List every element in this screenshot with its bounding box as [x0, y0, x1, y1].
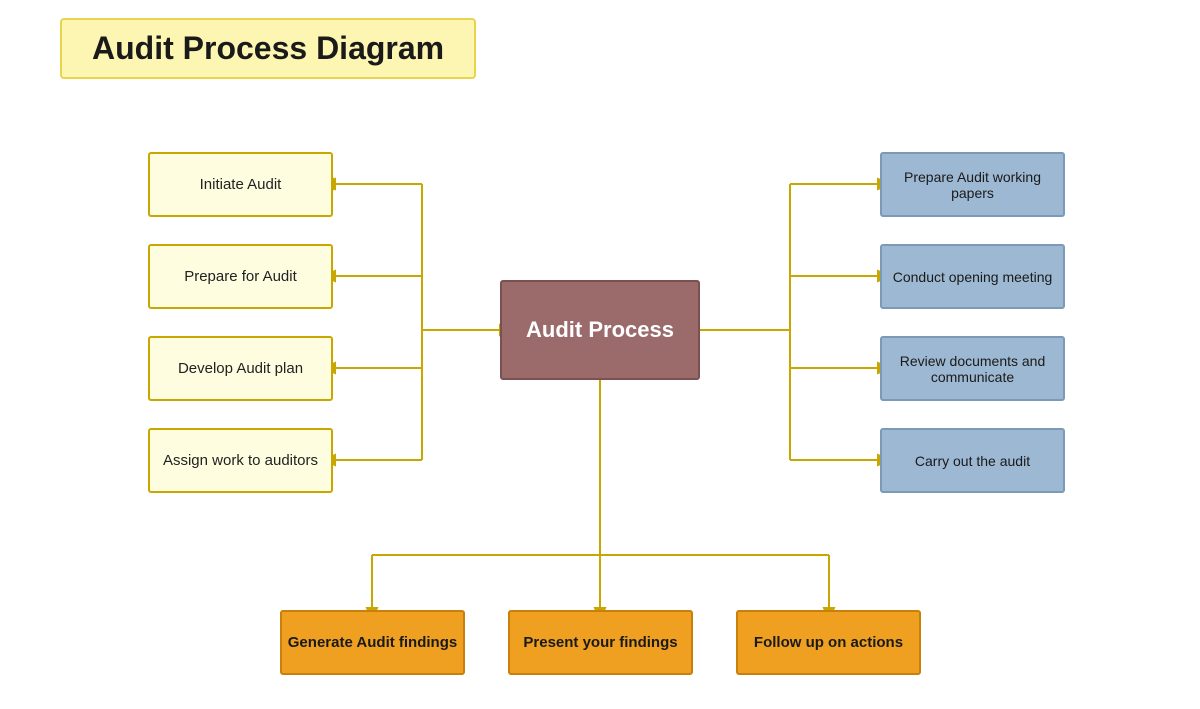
left-box-prepare: Prepare for Audit — [148, 244, 333, 309]
right-box-carry-out: Carry out the audit — [880, 428, 1065, 493]
left-box-initiate: Initiate Audit — [148, 152, 333, 217]
center-box: Audit Process — [500, 280, 700, 380]
left-box-assign: Assign work to auditors — [148, 428, 333, 493]
title-box: Audit Process Diagram — [60, 18, 476, 79]
left-box-develop: Develop Audit plan — [148, 336, 333, 401]
bottom-box-present: Present your findings — [508, 610, 693, 675]
bottom-box-generate: Generate Audit findings — [280, 610, 465, 675]
right-box-review-docs: Review documents and communicate — [880, 336, 1065, 401]
right-box-opening-meeting: Conduct opening meeting — [880, 244, 1065, 309]
right-box-working-papers: Prepare Audit working papers — [880, 152, 1065, 217]
page-title: Audit Process Diagram — [92, 30, 444, 66]
bottom-box-follow-up: Follow up on actions — [736, 610, 921, 675]
